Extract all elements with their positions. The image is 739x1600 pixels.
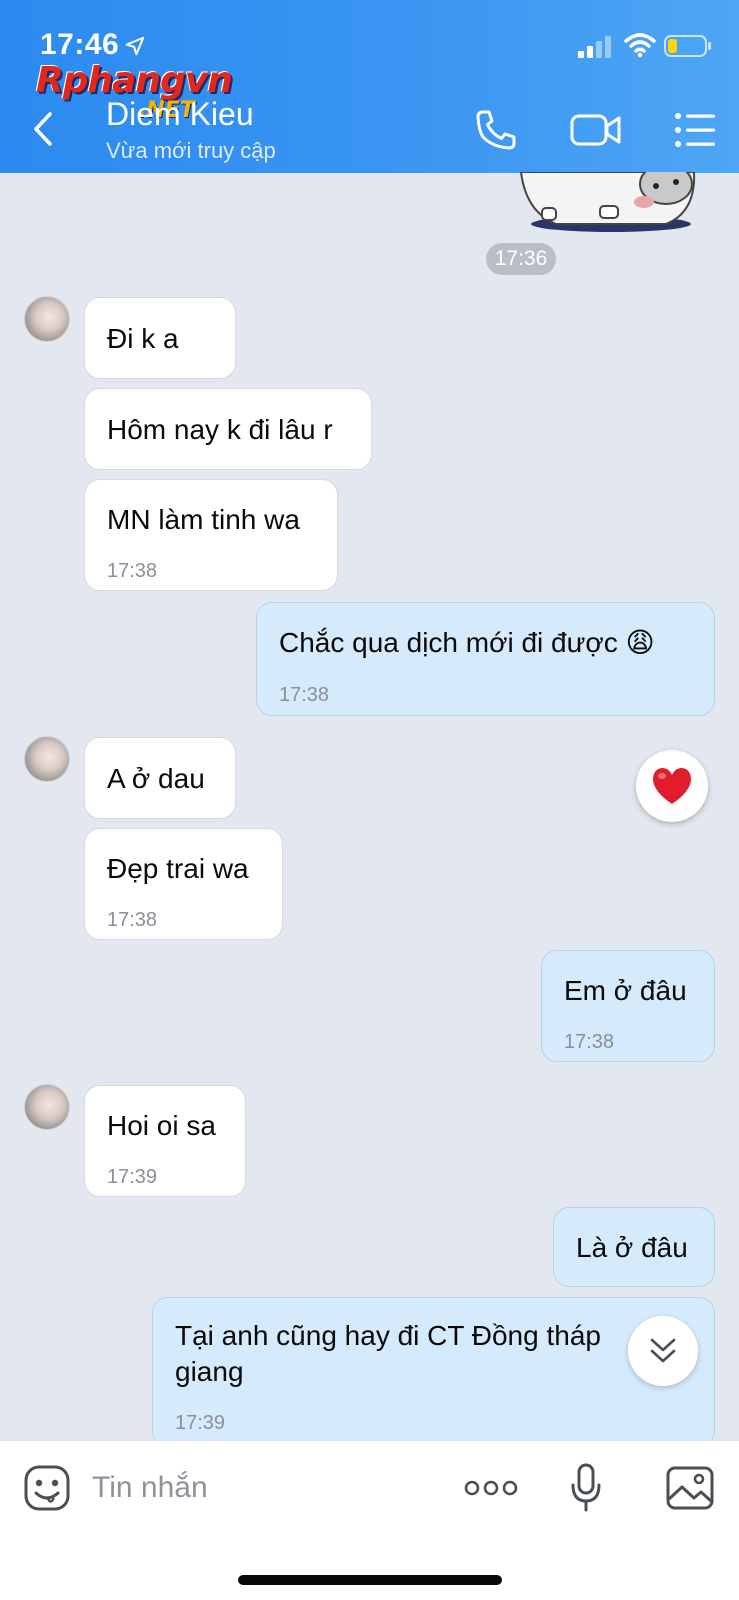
message-bubble-out[interactable]: Là ở đâu [553,1207,715,1287]
image-gallery-icon[interactable] [666,1465,714,1511]
message-text: MN làm tinh wa [107,504,300,535]
message-text: Hoi oi sa [107,1110,216,1141]
message-text: Đẹp trai wa [107,853,249,884]
message-bubble-in[interactable]: MN làm tinh wa 17:38 [84,479,338,591]
message-text-line2: giang [175,1356,244,1387]
watermark-main-text: Rphangvn [36,60,233,101]
cellular-signal-icon [578,36,611,58]
emoji-sticker-icon[interactable] [24,1465,70,1511]
message-time: 17:39 [175,1412,226,1434]
battery-icon [664,35,711,57]
microphone-icon[interactable] [570,1463,602,1513]
contact-avatar[interactable] [24,1084,70,1130]
more-options-icon[interactable] [464,1477,518,1499]
chat-header: 17:46 Rphangvn .NET Diem Kieu Vừa mới tr… [0,0,739,173]
message-time: 17:38 [107,909,158,931]
message-bubble-out[interactable]: Tại anh cũng hay đi CT Đồng tháp giang 1… [152,1297,715,1447]
video-call-icon[interactable] [570,110,622,150]
location-arrow-icon [125,36,145,56]
message-bubble-in[interactable]: Hoi oi sa 17:39 [84,1085,246,1197]
message-bubble-in[interactable]: Đẹp trai wa 17:38 [84,828,283,940]
message-time: 17:38 [279,684,330,706]
message-text: Hôm nay k đi lâu r [107,414,333,445]
double-chevron-down-icon [650,1338,676,1363]
phone-call-icon[interactable] [474,108,518,152]
message-bubble-out[interactable]: Em ở đâu 17:38 [541,950,715,1062]
message-text-line1: Tại anh cũng hay đi CT Đồng tháp [175,1320,601,1351]
message-bubble-in[interactable]: Hôm nay k đi lâu r [84,388,372,470]
message-bubble-out[interactable]: Chắc qua dịch mới đi được 😩 17:38 [256,602,715,716]
contact-avatar[interactable] [24,736,70,782]
message-input[interactable] [92,1465,422,1511]
menu-list-icon[interactable] [674,112,716,148]
message-text: A ở dau [107,763,205,794]
message-text: Em ở đâu [564,975,687,1006]
reaction-heart-button[interactable] [636,750,708,822]
message-time: 17:38 [564,1031,615,1053]
message-input-bar [0,1440,739,1600]
time-separator: 17:36 [486,243,556,275]
message-bubble-in[interactable]: Đi k a [84,297,236,379]
home-indicator[interactable] [238,1575,502,1585]
scroll-to-bottom-button[interactable] [628,1316,698,1386]
contact-avatar[interactable] [24,296,70,342]
wifi-icon [624,33,656,58]
message-time: 17:38 [107,560,158,582]
contact-name[interactable]: Diem Kieu [106,96,254,133]
status-time: 17:46 [40,28,120,61]
message-time: 17:39 [107,1166,158,1188]
message-text: Là ở đâu [576,1232,688,1263]
message-text: Đi k a [107,323,179,354]
heart-icon [653,768,691,804]
cat-sticker[interactable] [516,172,704,236]
back-arrow-icon[interactable] [30,110,56,148]
message-text: Chắc qua dịch mới đi được 😩 [279,627,655,658]
contact-status: Vừa mới truy cập [106,138,276,163]
message-bubble-in[interactable]: A ở dau [84,737,236,819]
